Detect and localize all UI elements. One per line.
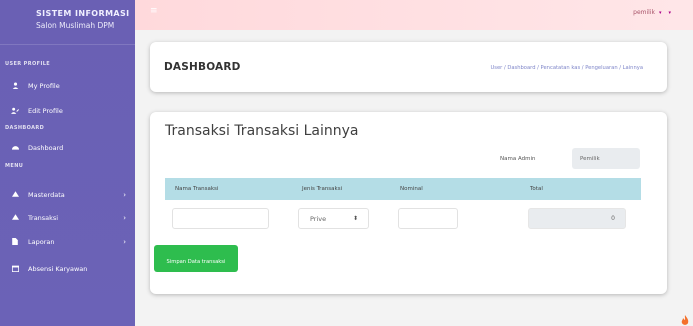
nominal-input[interactable] [398,208,458,229]
admin-label: Nama Admin [500,156,536,162]
user-menu[interactable]: pemilik ▾ ▾ [633,9,671,16]
user-name: pemilik [633,9,655,16]
admin-name-field: Pemilik [572,148,640,169]
select-arrows-icon: ⬍ [352,215,358,222]
section-label-menu: MENU [5,163,24,169]
transaction-form-card: Transaksi Transaksi Lainnya Nama Admin P… [150,112,667,294]
sidebar-item-label: Transaksi [28,214,59,222]
section-label-dashboard: DASHBOARD [5,125,45,131]
flame-icon [681,311,689,325]
sidebar-item-my-profile[interactable]: My Profile [0,78,135,94]
column-header-nama-transaksi: Nama Transaksi [175,186,219,192]
sidebar-item-label: Edit Profile [28,107,63,115]
sidebar-item-absensi-karyawan[interactable]: Absensi Karyawan [0,261,135,277]
chevron-right-icon: › [123,214,126,222]
sidebar-item-laporan[interactable]: Laporan › [0,234,135,250]
sidebar-item-label: Dashboard [28,144,64,152]
chevron-right-icon: › [123,238,126,246]
dashboard-icon [10,144,20,153]
hamburger-menu-icon[interactable]: ≡ [150,6,158,16]
home-icon [10,191,20,199]
dashboard-header-card: DASHBOARD User / Dashboard / Pencatatan … [150,42,667,92]
column-header-jenis-transaksi: Jenis Transaksi [302,186,343,192]
home-icon [10,214,20,222]
sidebar-item-label: Masterdata [28,191,65,199]
section-label-user-profile: USER PROFILE [5,61,51,67]
sidebar-item-label: Absensi Karyawan [28,265,88,273]
sidebar: SISTEM INFORMASI Salon Muslimah DPM USER… [0,0,135,326]
table-header: Nama Transaksi Jenis Transaksi Nominal T… [165,178,641,200]
nama-transaksi-input[interactable] [172,208,269,229]
brand[interactable]: SISTEM INFORMASI Salon Muslimah DPM [0,0,135,45]
sidebar-item-transaksi[interactable]: Transaksi › [0,210,135,226]
form-title: Transaksi Transaksi Lainnya [165,123,359,139]
sidebar-item-label: Laporan [28,238,55,246]
caret-down-icon: ▾ [658,10,662,16]
brand-subtitle: Salon Muslimah DPM [36,21,115,30]
column-header-total: Total [530,186,543,192]
user-edit-icon [10,107,20,116]
jenis-transaksi-value: Prive [310,215,327,223]
calendar-icon [10,265,20,274]
sidebar-item-edit-profile[interactable]: Edit Profile [0,103,135,119]
brand-title: SISTEM INFORMASI [36,9,130,18]
caret-down-icon[interactable]: ▾ [668,10,671,16]
total-field: 0 [528,208,626,229]
user-icon [10,82,20,91]
topbar: ≡ pemilik ▾ ▾ [135,0,693,30]
file-icon [10,237,20,247]
save-transaction-button[interactable]: Simpan Data transaksi [154,245,238,272]
column-header-nominal: Nominal [400,186,423,192]
chevron-right-icon: › [123,191,126,199]
sidebar-item-dashboard[interactable]: Dashboard [0,140,135,156]
page-title: DASHBOARD [164,61,241,73]
sidebar-item-label: My Profile [28,82,60,90]
breadcrumb[interactable]: User / Dashboard / Pencatatan kas / Peng… [490,65,643,71]
jenis-transaksi-select[interactable]: Prive ⬍ [298,208,369,229]
sidebar-item-masterdata[interactable]: Masterdata › [0,187,135,203]
